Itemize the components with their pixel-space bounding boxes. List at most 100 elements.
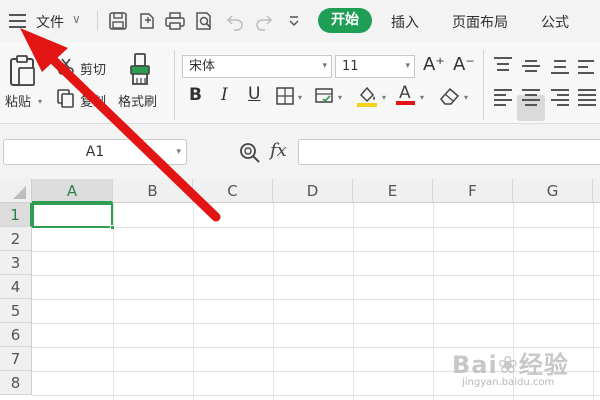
formula-bar: A1 ▾ fx	[0, 124, 600, 179]
column-header-a[interactable]: A	[32, 179, 113, 203]
column-header-h[interactable]	[593, 179, 600, 203]
row-header-7[interactable]: 7	[0, 347, 32, 371]
scissors-icon[interactable]	[56, 57, 76, 77]
paste-icon[interactable]	[8, 54, 38, 88]
font-color-swatch	[396, 101, 415, 105]
print-preview-icon[interactable]	[193, 10, 215, 32]
fill-color-dropdown-icon[interactable]: ▾	[382, 93, 386, 102]
redo-icon[interactable]	[253, 10, 275, 32]
align-center-icon[interactable]	[522, 89, 540, 106]
undo-icon[interactable]	[224, 10, 246, 32]
name-box-value: A1	[85, 144, 105, 160]
paste-dropdown-icon[interactable]: ▾	[38, 97, 42, 106]
name-box[interactable]: A1 ▾	[3, 139, 187, 165]
gridline	[193, 203, 194, 400]
borders-dropdown-icon[interactable]: ▾	[298, 93, 302, 102]
select-all-triangle-icon	[13, 186, 26, 199]
underline-button[interactable]: U	[248, 84, 260, 104]
baidu-jingyan-watermark: Bai❀经验 jingyan.baidu.com	[452, 345, 592, 395]
font-name-value: 宋体	[189, 59, 216, 74]
font-size-value: 11	[342, 59, 359, 74]
justify-icon[interactable]	[578, 89, 596, 106]
row-header-6[interactable]: 6	[0, 323, 32, 347]
watermark-logo: Bai❀经验	[452, 351, 569, 379]
zoom-search-icon[interactable]	[238, 141, 262, 165]
export-icon[interactable]	[136, 10, 158, 32]
clear-dropdown-icon[interactable]: ▾	[464, 93, 468, 102]
chevron-down-icon[interactable]: ∨	[72, 12, 81, 26]
file-menu[interactable]: 文件	[36, 12, 64, 32]
ribbon: 粘贴 ▾ 剪切 复制 格式刷 宋体 ▾ 11 ▾ A⁺ A⁻ B I U ▾ ▾…	[0, 42, 600, 124]
tab-formulas[interactable]: 公式	[541, 12, 569, 32]
format-painter-icon[interactable]	[126, 52, 156, 88]
chevron-down-icon: ▾	[322, 61, 327, 71]
tab-page-layout[interactable]: 页面布局	[452, 12, 508, 32]
gridline	[32, 395, 600, 396]
column-header-c[interactable]: C	[193, 179, 273, 203]
font-color-button[interactable]: A	[396, 83, 416, 106]
bold-button[interactable]: B	[189, 85, 202, 105]
column-header-e[interactable]: E	[353, 179, 433, 203]
row-header-5[interactable]: 5	[0, 299, 32, 323]
cell-style-dropdown-icon[interactable]: ▾	[338, 93, 342, 102]
divider	[483, 50, 484, 120]
hamburger-menu-icon[interactable]	[8, 13, 28, 29]
fill-color-icon[interactable]	[355, 85, 379, 107]
gridline	[353, 203, 354, 400]
cell-style-icon[interactable]	[314, 87, 336, 105]
select-all-corner[interactable]	[0, 179, 32, 203]
copy-icon[interactable]	[56, 88, 76, 108]
gridline	[32, 299, 600, 300]
row-header-2[interactable]: 2	[0, 227, 32, 251]
tab-insert[interactable]: 插入	[391, 12, 419, 32]
print-icon[interactable]	[164, 10, 186, 32]
align-top-icon[interactable]	[494, 57, 512, 73]
divider	[97, 11, 98, 31]
column-header-b[interactable]: B	[113, 179, 193, 203]
font-name-select[interactable]: 宋体 ▾	[182, 55, 332, 78]
row-header-8[interactable]: 8	[0, 371, 32, 395]
divider	[174, 50, 175, 120]
paste-button[interactable]: 粘贴	[5, 91, 31, 110]
gridline	[32, 251, 600, 252]
align-left-icon[interactable]	[494, 89, 512, 106]
save-icon[interactable]	[107, 10, 129, 32]
orientation-icon[interactable]	[578, 57, 596, 74]
formula-input[interactable]	[298, 139, 600, 165]
gridline	[32, 227, 600, 228]
chevron-down-icon: ▾	[176, 147, 181, 157]
fill-handle[interactable]	[110, 225, 115, 230]
gridline	[32, 275, 600, 276]
column-header-g[interactable]: G	[513, 179, 593, 203]
customize-toolbar-icon[interactable]	[283, 10, 305, 32]
borders-icon[interactable]	[275, 87, 295, 105]
font-size-select[interactable]: 11 ▾	[335, 55, 415, 78]
column-header-f[interactable]: F	[433, 179, 513, 203]
column-header-d[interactable]: D	[273, 179, 353, 203]
gridline	[433, 203, 434, 400]
gridline	[273, 203, 274, 400]
menu-bar: 文件 ∨ 开始 插入 页面布局 公式	[0, 0, 600, 42]
format-painter-button[interactable]: 格式刷	[118, 91, 157, 110]
eraser-icon[interactable]	[438, 86, 462, 106]
gridline	[593, 203, 594, 400]
font-color-dropdown-icon[interactable]: ▾	[420, 93, 424, 102]
italic-button[interactable]: I	[221, 85, 228, 105]
decrease-font-size-button[interactable]: A⁻	[453, 54, 475, 75]
row-header-3[interactable]: 3	[0, 251, 32, 275]
align-bottom-icon[interactable]	[551, 57, 569, 74]
cut-button[interactable]: 剪切	[80, 59, 106, 78]
row-header-4[interactable]: 4	[0, 275, 32, 299]
copy-button[interactable]: 复制	[80, 91, 106, 110]
chevron-down-icon: ▾	[405, 61, 410, 71]
insert-function-button[interactable]: fx	[270, 140, 287, 161]
increase-font-size-button[interactable]: A⁺	[423, 54, 445, 75]
watermark-url: jingyan.baidu.com	[462, 377, 555, 388]
row-header-1[interactable]: 1	[0, 203, 32, 227]
active-cell-a1[interactable]	[32, 203, 115, 230]
tab-home[interactable]: 开始	[318, 8, 372, 33]
gridline	[113, 203, 114, 400]
align-middle-icon[interactable]	[522, 57, 540, 73]
font-color-letter: A	[399, 83, 411, 103]
align-right-icon[interactable]	[551, 89, 569, 106]
